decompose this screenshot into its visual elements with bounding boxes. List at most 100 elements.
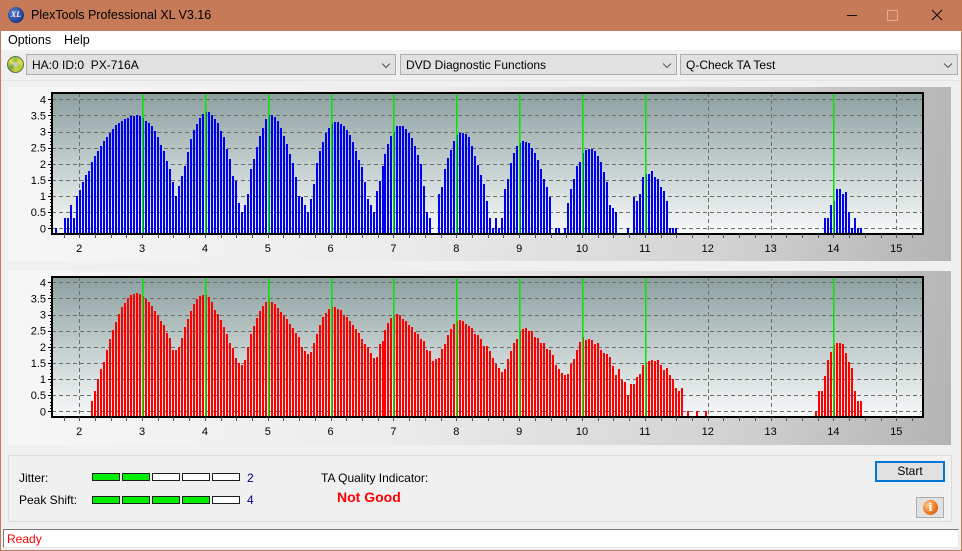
bar xyxy=(130,116,132,234)
bar xyxy=(364,344,366,417)
bar xyxy=(358,160,360,234)
bar xyxy=(462,133,464,234)
bar xyxy=(588,149,590,234)
menu-bar: Options Help xyxy=(1,31,961,50)
bar xyxy=(73,218,75,234)
bar xyxy=(405,129,407,234)
bar xyxy=(459,320,461,417)
bar xyxy=(298,196,300,234)
bar xyxy=(367,347,369,417)
bar xyxy=(501,218,503,234)
bar xyxy=(181,338,183,417)
chevron-down-icon[interactable] xyxy=(381,62,391,69)
bar xyxy=(343,315,345,417)
bar xyxy=(223,327,225,417)
bar xyxy=(250,169,252,234)
bar xyxy=(253,326,255,417)
bar xyxy=(259,136,261,234)
bar xyxy=(501,372,503,417)
jitter-chart-panel: 0 0.5 1 1.5 2 2.5 3 3.5 4 2 3 4 5 6 7 8 9 10 11 12 13 14 15 xyxy=(8,87,951,261)
bar xyxy=(349,135,351,234)
bar xyxy=(274,304,276,417)
bar xyxy=(441,349,443,417)
bar xyxy=(244,205,246,234)
bar xyxy=(411,327,413,417)
meter-segment xyxy=(212,496,240,504)
bar xyxy=(441,187,443,234)
bar xyxy=(106,137,108,234)
xl-logo-icon: XL xyxy=(8,7,24,23)
bar xyxy=(420,339,422,417)
bar xyxy=(860,401,862,417)
menu-options[interactable]: Options xyxy=(8,33,51,48)
menu-help[interactable]: Help xyxy=(64,33,90,48)
bar xyxy=(160,145,162,234)
bar xyxy=(94,156,96,234)
bar xyxy=(558,369,560,417)
bar xyxy=(513,343,515,417)
bar xyxy=(432,361,434,417)
bar xyxy=(307,354,309,417)
bar xyxy=(286,319,288,417)
bar xyxy=(594,151,596,234)
bar xyxy=(830,205,832,234)
bar xyxy=(615,212,617,234)
bar xyxy=(465,134,467,234)
x-tick-label: 13 xyxy=(764,243,776,255)
bar xyxy=(830,352,832,417)
meter-segment xyxy=(182,496,210,504)
close-button[interactable] xyxy=(912,0,962,31)
bar xyxy=(133,116,135,234)
function-select[interactable]: DVD Diagnostic Functions xyxy=(400,54,677,75)
maximize-button[interactable] xyxy=(872,0,912,31)
function-select-value: DVD Diagnostic Functions xyxy=(406,58,547,72)
bar xyxy=(510,163,512,234)
minimize-button[interactable] xyxy=(832,0,872,31)
bar xyxy=(396,126,398,234)
info-button[interactable]: i xyxy=(916,497,944,518)
bar xyxy=(265,302,267,417)
bar xyxy=(82,182,84,234)
bar xyxy=(459,133,461,234)
bar xyxy=(633,197,635,234)
bar xyxy=(450,329,452,417)
bar xyxy=(486,346,488,417)
chevron-down-icon[interactable] xyxy=(662,62,672,69)
meter-segment xyxy=(92,496,120,504)
drive-select[interactable]: HA:0 ID:0 PX-716A xyxy=(26,54,396,75)
bar xyxy=(187,152,189,234)
bar xyxy=(396,314,398,417)
bar xyxy=(283,136,285,234)
bar xyxy=(322,142,324,234)
y-tick-label: 3.5 xyxy=(31,110,46,122)
bar xyxy=(483,184,485,234)
title-bar[interactable]: XL PlexTools Professional XL V3.16 xyxy=(0,0,962,31)
bar xyxy=(839,343,841,417)
bar xyxy=(492,358,494,417)
x-tick-label: 6 xyxy=(328,243,334,255)
bar xyxy=(256,318,258,417)
bar xyxy=(507,359,509,417)
info-icon: i xyxy=(923,500,938,515)
x-tick-label: 3 xyxy=(139,426,145,438)
bar xyxy=(382,341,384,417)
chevron-down-icon[interactable] xyxy=(943,62,953,69)
x-tick-label: 7 xyxy=(390,243,396,255)
bar xyxy=(669,375,671,417)
bar xyxy=(115,125,117,234)
bar xyxy=(423,341,425,417)
bar xyxy=(133,294,135,417)
bar xyxy=(561,373,563,417)
bar xyxy=(100,369,102,417)
bar xyxy=(289,154,291,234)
bar xyxy=(444,344,446,417)
bar xyxy=(337,122,339,234)
test-select[interactable]: Q-Check TA Test xyxy=(680,54,958,75)
x-tick-label: 15 xyxy=(890,243,902,255)
bar xyxy=(468,137,470,234)
bar xyxy=(280,128,282,234)
bottom-histogram-chart: 0 0.5 1 1.5 2 2.5 3 3.5 4 2 3 4 5 6 7 8 9 10 11 12 13 14 15 xyxy=(31,276,924,438)
start-button[interactable]: Start xyxy=(875,461,945,482)
bar xyxy=(848,362,850,417)
bar xyxy=(597,156,599,234)
